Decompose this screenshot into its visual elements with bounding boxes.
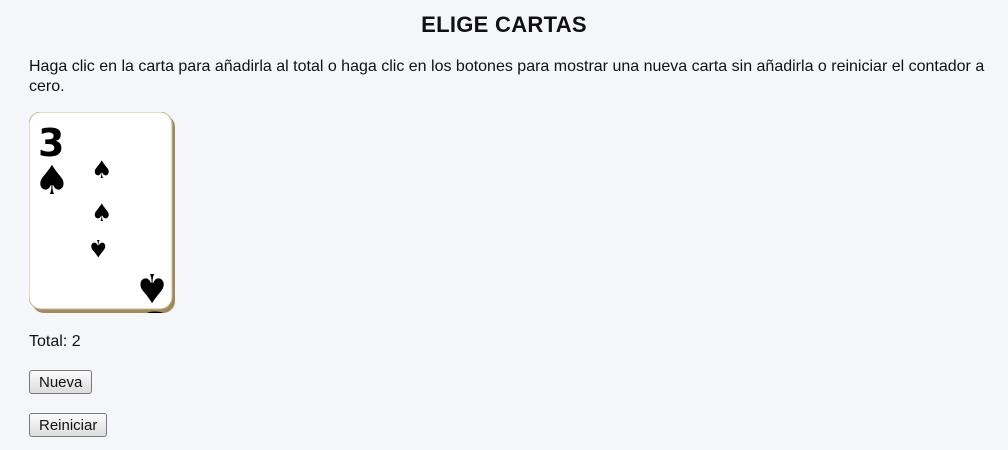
total-label: Total:: [29, 333, 68, 350]
total-display: Total: 2: [29, 333, 81, 351]
total-value: 2: [71, 333, 81, 350]
spade-icon: ♠: [91, 156, 113, 184]
card-face: 3 ♠ ♠ ♠ ♠ 3 ♠: [29, 112, 175, 313]
new-card-button[interactable]: Nueva: [29, 370, 93, 394]
spade-icon: ♠: [91, 199, 113, 227]
page-title: ELIGE CARTAS: [421, 12, 587, 37]
spade-icon: ♠: [34, 158, 70, 204]
reset-button[interactable]: Reiniciar: [29, 413, 108, 437]
spade-icon: ♠: [134, 264, 170, 310]
instructions-text: Haga clic en la carta para añadirla al t…: [29, 58, 985, 95]
spade-icon: ♠: [87, 234, 109, 262]
playing-card[interactable]: 3 ♠ ♠ ♠ ♠ 3 ♠: [29, 112, 175, 313]
